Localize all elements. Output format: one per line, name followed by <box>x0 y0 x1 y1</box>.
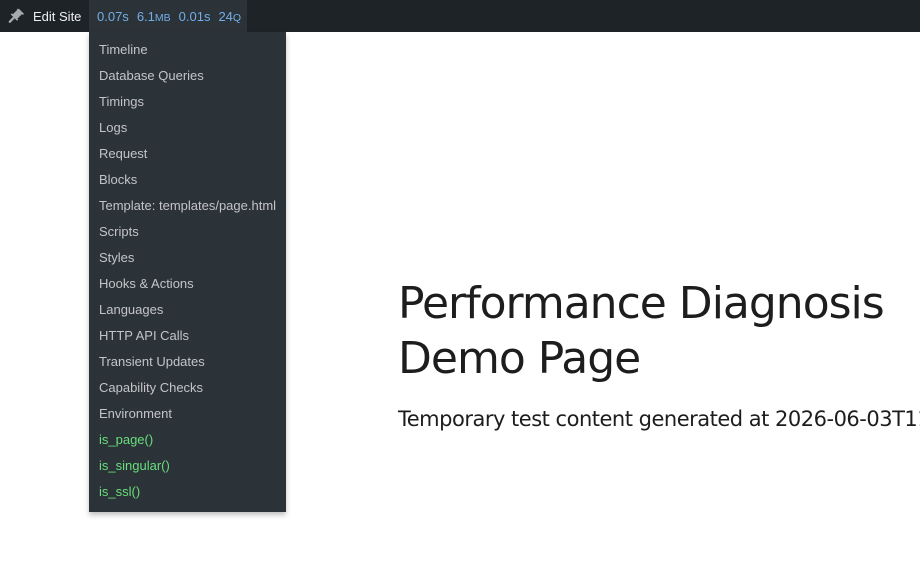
qm-menu-languages[interactable]: Languages <box>89 297 286 323</box>
qm-menu-template[interactable]: Template: templates/page.html <box>89 193 286 219</box>
qm-query-count: 24Q <box>218 9 241 24</box>
qm-memory-unit: MB <box>154 11 171 24</box>
qm-menu-styles[interactable]: Styles <box>89 245 286 271</box>
qm-query-time: 0.01s <box>178 8 211 24</box>
query-monitor-menu: Timeline Database Queries Timings Logs R… <box>89 32 286 512</box>
qm-menu-conditional-is-page[interactable]: is_page() <box>89 427 286 453</box>
qm-query-count-value: 24 <box>218 8 233 24</box>
qm-page-time: 0.07s <box>97 8 129 24</box>
qm-memory-value: 6.1 <box>136 8 155 24</box>
page-title-line-2: Demo Page <box>398 333 641 384</box>
edit-site-button[interactable]: Edit Site <box>0 0 88 32</box>
qm-menu-timeline[interactable]: Timeline <box>89 37 286 63</box>
page-subtitle: Temporary test content generated at 2026… <box>398 407 920 431</box>
qm-menu-http-api-calls[interactable]: HTTP API Calls <box>89 323 286 349</box>
qm-query-unit: Q <box>232 11 242 24</box>
qm-menu-logs[interactable]: Logs <box>89 115 286 141</box>
edit-site-label: Edit Site <box>33 8 82 24</box>
page-title-line-1: Performance Diagnosis <box>398 278 885 329</box>
qm-menu-scripts[interactable]: Scripts <box>89 219 286 245</box>
qm-menu-blocks[interactable]: Blocks <box>89 167 286 193</box>
qm-memory: 6.1MB <box>137 9 171 24</box>
qm-menu-database-queries[interactable]: Database Queries <box>89 63 286 89</box>
qm-menu-conditional-is-ssl[interactable]: is_ssl() <box>89 479 286 505</box>
qm-menu-capability-checks[interactable]: Capability Checks <box>89 375 286 401</box>
qm-menu-conditional-is-singular[interactable]: is_singular() <box>89 453 286 479</box>
page-title: Performance Diagnosis Demo Page <box>398 276 885 386</box>
qm-menu-transient-updates[interactable]: Transient Updates <box>89 349 286 375</box>
brush-icon <box>8 7 26 25</box>
qm-menu-environment[interactable]: Environment <box>89 401 286 427</box>
qm-menu-request[interactable]: Request <box>89 141 286 167</box>
query-monitor-button[interactable]: 0.07s 6.1MB 0.01s 24Q <box>89 0 247 32</box>
admin-bar: Edit Site 0.07s 6.1MB 0.01s 24Q <box>0 0 920 32</box>
qm-menu-hooks-actions[interactable]: Hooks & Actions <box>89 271 286 297</box>
qm-menu-timings[interactable]: Timings <box>89 89 286 115</box>
